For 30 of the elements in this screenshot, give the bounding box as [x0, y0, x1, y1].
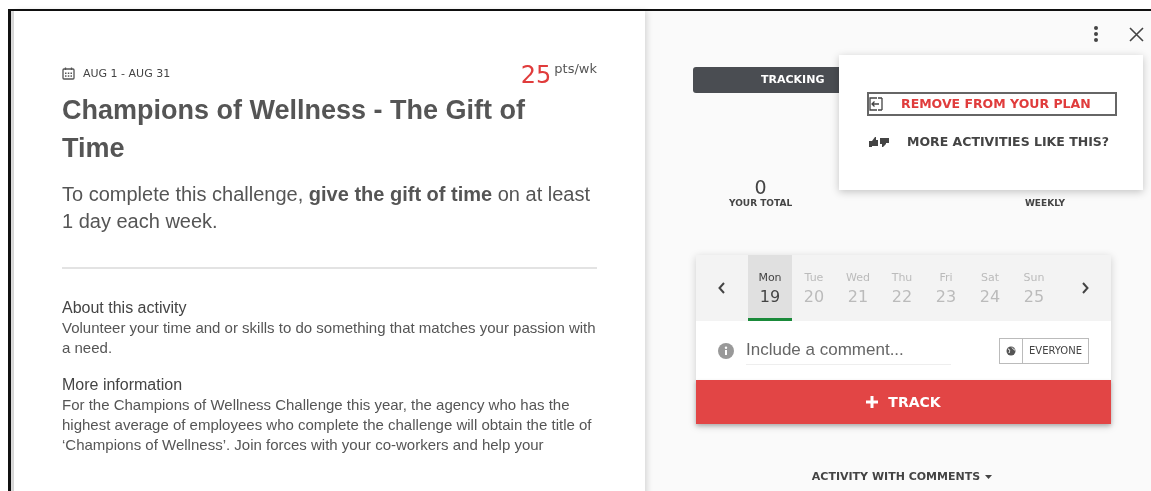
audience-button[interactable]: EVERYONE — [998, 337, 1089, 364]
calendar-icon — [62, 67, 75, 80]
exit-icon — [869, 96, 883, 111]
track-button[interactable]: TRACK — [696, 380, 1111, 424]
feed-filter-dropdown[interactable]: ACTIVITY WITH COMMENTS — [811, 470, 993, 483]
stat-value: 0 — [754, 176, 767, 198]
next-week-button[interactable] — [1081, 282, 1089, 294]
stat-label: YOUR TOTAL — [729, 198, 793, 208]
activity-title: Champions of Wellness - The Gift of Time — [62, 94, 527, 165]
close-icon[interactable] — [1129, 26, 1144, 42]
thumbs-icon — [869, 136, 889, 147]
stat-label: WEEKLY — [1024, 198, 1065, 208]
comment-field[interactable]: Include a comment... — [746, 336, 951, 365]
feedback-item[interactable]: MORE ACTIVITIES LIKE THIS? — [867, 129, 1117, 154]
more-options-icon[interactable] — [1093, 25, 1099, 43]
info-icon — [718, 342, 734, 359]
section-text: Volunteer your time and or skills to do something that matches your passion with a need. — [62, 318, 597, 358]
activity-description: To complete this challenge, give the gift of time on at least 1 day each week. — [62, 182, 591, 234]
plus-icon — [866, 396, 879, 408]
date-range: AUG 1 - AUG 31 — [83, 67, 171, 80]
caret-icon — [985, 474, 993, 479]
globe-icon — [1005, 345, 1016, 356]
remove-plan-item[interactable]: REMOVE FROM YOUR PLAN — [867, 91, 1117, 116]
section-heading: About this activity — [62, 299, 188, 317]
points-unit: pts/wk — [554, 61, 597, 76]
section-text: For the Champions of Wellness Challenge this year, the agency who has the highest average of employees who complete the challenge will obtain the title of ‘Champions of Wellness’. Join forces with your co-workers and help your — [62, 395, 593, 455]
section-heading: More information — [62, 376, 184, 394]
previous-week-button[interactable] — [718, 282, 726, 294]
points-value: 25 — [520, 61, 552, 89]
day-tab[interactable]: Mon 19 — [748, 255, 792, 321]
